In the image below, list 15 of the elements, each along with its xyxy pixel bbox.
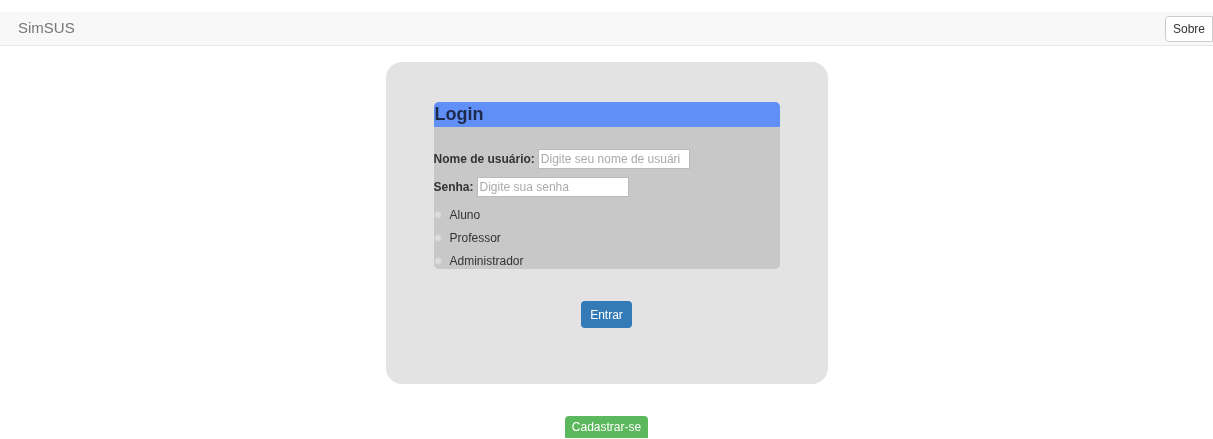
about-button[interactable]: Sobre: [1164, 15, 1213, 42]
login-button[interactable]: Entrar: [581, 301, 632, 328]
field-label: Senha:: [433, 179, 474, 196]
radio-label: Professor: [449, 229, 501, 247]
radio-label: Aluno: [449, 206, 481, 224]
brand-title[interactable]: SimSUS: [18, 17, 75, 40]
radio-button[interactable]: [433, 256, 442, 265]
panel-header: Login: [433, 102, 780, 127]
username-field[interactable]: Digite seu nome de usuári: [537, 149, 690, 169]
radio-label: Administrador: [449, 252, 524, 270]
register-button[interactable]: Cadastrar-se: [564, 416, 649, 438]
radio-button[interactable]: [433, 233, 442, 242]
password-field[interactable]: Digite sua senha: [476, 177, 629, 197]
radio-button[interactable]: [433, 210, 442, 219]
field-label: Nome de usuário:: [433, 151, 535, 168]
